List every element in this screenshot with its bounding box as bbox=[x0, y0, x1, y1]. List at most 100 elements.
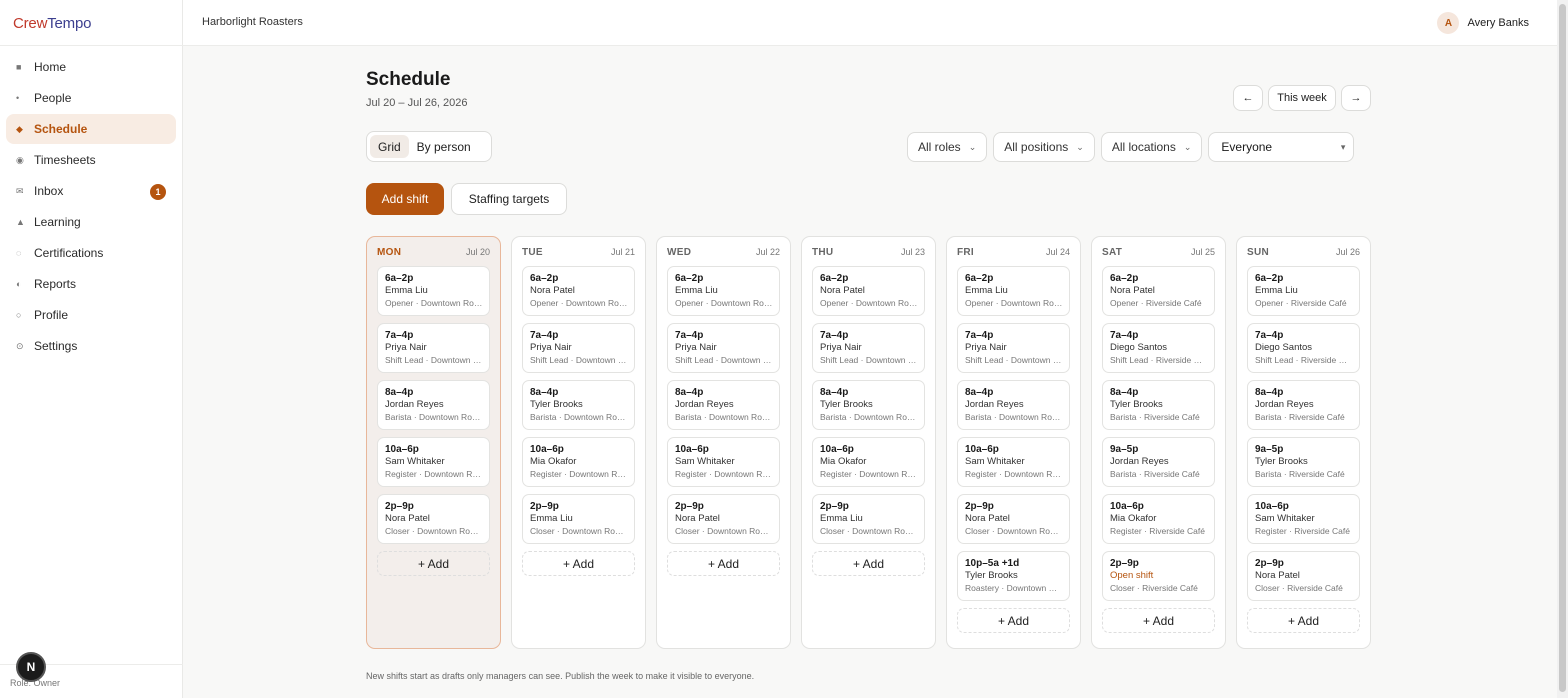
shift-card[interactable]: 7a–4pPriya Nair Shift Lead · Downtown Roa… bbox=[667, 323, 780, 373]
sidebar-item-learning[interactable]: ▲ Learning bbox=[6, 207, 176, 237]
shift-meta: Register · Downtown Roastery bbox=[675, 469, 773, 479]
shift-card[interactable]: 10a–6p Sam Whitaker Register · Downtown Ro… bbox=[377, 437, 490, 487]
shift-card[interactable]: 6a–2pEmma Liu Opener · Downtown Roastery bbox=[377, 266, 490, 316]
shift-person: Jordan Reyes bbox=[1255, 399, 1314, 410]
sidebar: CrewTempo ■ Home • People ◆ Schedule ◉ Timeshee… bbox=[0, 0, 183, 698]
shift-card[interactable]: 7a–4p Diego Santos Shift Lead · Riverside … bbox=[1102, 323, 1215, 373]
add-shift-to-day-button[interactable]: + Add bbox=[377, 551, 490, 576]
shift-person: Emma Liu bbox=[1255, 285, 1298, 296]
sidebar-item-people[interactable]: • People bbox=[6, 83, 176, 113]
shift-meta: Barista · Riverside Café bbox=[1110, 469, 1200, 479]
next-week-button[interactable]: → bbox=[1341, 85, 1371, 111]
shift-person: Tyler Brooks bbox=[1255, 456, 1308, 467]
shift-card[interactable]: 10p–5a +1d Tyler Brooks Roastery · Downtow… bbox=[957, 551, 1070, 601]
shift-card[interactable]: 2p–9p Nora Patel Closer · Downtown Roaster… bbox=[377, 494, 490, 544]
people-select[interactable]: Everyone ▾ bbox=[1208, 132, 1355, 162]
shift-card[interactable]: 10a–6pMia Okafor Register · Downtown Roas… bbox=[812, 437, 925, 487]
add-shift-to-day-button[interactable]: + Add bbox=[1102, 608, 1215, 633]
shift-card[interactable]: 10a–6pMia Okafor Register · Downtown Roas… bbox=[522, 437, 635, 487]
shift-card[interactable]: 9a–5p Tyler Brooks Barista · Riverside Caf… bbox=[1247, 437, 1360, 487]
shift-person: Priya Nair bbox=[675, 342, 717, 353]
sidebar-item-inbox[interactable]: ✉ Inbox 1 bbox=[6, 176, 176, 206]
shift-card[interactable]: 7a–4p Diego Santos Shift Lead · Riverside … bbox=[1247, 323, 1360, 373]
shift-card[interactable]: 6a–2pNora Patel Opener · Downtown Roaster… bbox=[812, 266, 925, 316]
day-name: SUN bbox=[1247, 246, 1270, 258]
shift-card[interactable]: 2p–9p Nora Patel Closer · Downtown Roaster… bbox=[957, 494, 1070, 544]
locations-filter[interactable]: All locations ⌄ bbox=[1100, 132, 1203, 162]
shift-card[interactable]: 8a–4p Jordan Reyes Barista · Downtown Roas… bbox=[377, 380, 490, 430]
shift-card[interactable]: 6a–2p Nora Patel Opener · Riverside Café bbox=[1102, 266, 1215, 316]
roles-filter[interactable]: All roles ⌄ bbox=[907, 132, 988, 162]
filters: All roles ⌄ All positions ⌄ All locations ⌄… bbox=[907, 132, 1355, 162]
add-shift-button[interactable]: Add shift bbox=[366, 183, 444, 215]
shift-card[interactable]: 8a–4p Tyler Brooks Barista · Downtown Roas… bbox=[522, 380, 635, 430]
day-header: MON Jul 20 bbox=[377, 245, 490, 259]
shift-person: Emma Liu bbox=[385, 285, 428, 296]
shift-person: Priya Nair bbox=[530, 342, 572, 353]
shift-card[interactable]: 2p–9p Nora Patel Closer · Riverside Café bbox=[1247, 551, 1360, 601]
shift-time: 7a–4p bbox=[675, 330, 704, 341]
shift-card[interactable]: 8a–4p Jordan Reyes Barista · Riverside Caf… bbox=[1247, 380, 1360, 430]
sidebar-item-settings[interactable]: ⊙ Settings bbox=[6, 331, 176, 361]
sidebar-item-certifications[interactable]: ◌ Certifications bbox=[6, 238, 176, 268]
sidebar-item-schedule[interactable]: ◆ Schedule bbox=[6, 114, 176, 144]
shift-card[interactable]: 8a–4p Tyler Brooks Barista · Downtown Roas… bbox=[812, 380, 925, 430]
shift-person: Jordan Reyes bbox=[385, 399, 444, 410]
shift-time: 7a–4p bbox=[530, 330, 559, 341]
shift-person: Tyler Brooks bbox=[965, 570, 1018, 581]
shift-time: 10a–6p bbox=[1255, 501, 1289, 512]
shift-card[interactable]: 2p–9p Nora Patel Closer · Downtown Roaster… bbox=[667, 494, 780, 544]
shift-card[interactable]: 6a–2pEmma Liu Opener · Downtown Roastery bbox=[957, 266, 1070, 316]
this-week-button[interactable]: This week bbox=[1268, 85, 1336, 111]
shift-card[interactable]: 2p–9p Emma Liu Closer · Downtown Roastery bbox=[812, 494, 925, 544]
sidebar-item-profile[interactable]: ○ Profile bbox=[6, 300, 176, 330]
prev-week-button[interactable]: ← bbox=[1233, 85, 1263, 111]
positions-filter[interactable]: All positions ⌄ bbox=[993, 132, 1095, 162]
view-toggle: Grid By person bbox=[366, 131, 492, 162]
add-shift-to-day-button[interactable]: + Add bbox=[812, 551, 925, 576]
shift-card[interactable]: 10a–6p Sam Whitaker Register · Downtown Ro… bbox=[667, 437, 780, 487]
shift-meta: Opener · Riverside Café bbox=[1110, 298, 1202, 308]
sidebar-item-home[interactable]: ■ Home bbox=[6, 52, 176, 82]
shift-time: 7a–4p bbox=[1110, 330, 1139, 341]
shift-card[interactable]: 6a–2pEmma Liu Opener · Downtown Roastery bbox=[667, 266, 780, 316]
sidebar-item-reports[interactable]: ◐ Reports bbox=[6, 269, 176, 299]
scrollbar[interactable] bbox=[1557, 0, 1568, 698]
sidebar-item-label: Inbox bbox=[34, 184, 64, 198]
scrollbar-thumb[interactable] bbox=[1559, 4, 1566, 692]
shift-card[interactable]: 7a–4pPriya Nair Shift Lead · Downtown Roa… bbox=[522, 323, 635, 373]
shift-card[interactable]: 2p–9p Open shift Closer · Riverside Café bbox=[1102, 551, 1215, 601]
view-by-person-option[interactable]: By person bbox=[409, 135, 479, 158]
shift-card[interactable]: 8a–4p Jordan Reyes Barista · Downtown Roas… bbox=[957, 380, 1070, 430]
shift-card[interactable]: 2p–9p Emma Liu Closer · Downtown Roastery bbox=[522, 494, 635, 544]
shift-card[interactable]: 10a–6p Sam Whitaker Register · Riverside C… bbox=[1247, 494, 1360, 544]
brand-part-1: Crew bbox=[13, 15, 48, 32]
shift-card[interactable]: 6a–2pNora Patel Opener · Downtown Roaster… bbox=[522, 266, 635, 316]
shift-card[interactable]: 7a–4pPriya Nair Shift Lead · Downtown Roa… bbox=[377, 323, 490, 373]
shift-meta: Closer · Downtown Roastery bbox=[385, 526, 483, 536]
brand-logo[interactable]: CrewTempo bbox=[13, 15, 91, 32]
user-menu[interactable]: A Avery Banks bbox=[1437, 12, 1529, 34]
shift-person: Emma Liu bbox=[965, 285, 1008, 296]
shift-card[interactable]: 6a–2p Emma Liu Opener · Riverside Café bbox=[1247, 266, 1360, 316]
add-shift-to-day-button[interactable]: + Add bbox=[522, 551, 635, 576]
shift-card[interactable]: 10a–6p Sam Whitaker Register · Downtown Ro… bbox=[957, 437, 1070, 487]
shift-card[interactable]: 7a–4pPriya Nair Shift Lead · Downtown Roa… bbox=[957, 323, 1070, 373]
dev-badge[interactable]: N bbox=[16, 652, 46, 682]
shift-card[interactable]: 7a–4pPriya Nair Shift Lead · Downtown Roa… bbox=[812, 323, 925, 373]
shift-card[interactable]: 8a–4p Tyler Brooks Barista · Riverside Caf… bbox=[1102, 380, 1215, 430]
shift-person: Diego Santos bbox=[1255, 342, 1313, 353]
add-shift-to-day-button[interactable]: + Add bbox=[1247, 608, 1360, 633]
view-grid-option[interactable]: Grid bbox=[370, 135, 409, 158]
shift-card[interactable]: 8a–4p Jordan Reyes Barista · Downtown Roas… bbox=[667, 380, 780, 430]
shift-meta: Opener · Downtown Roastery bbox=[820, 298, 918, 308]
add-shift-to-day-button[interactable]: + Add bbox=[667, 551, 780, 576]
shift-time: 7a–4p bbox=[385, 330, 414, 341]
sidebar-item-timesheets[interactable]: ◉ Timesheets bbox=[6, 145, 176, 175]
shift-card[interactable]: 10a–6p Mia Okafor Register · Riverside Caf… bbox=[1102, 494, 1215, 544]
day-date: Jul 22 bbox=[755, 247, 780, 257]
shift-card[interactable]: 9a–5p Jordan Reyes Barista · Riverside Caf… bbox=[1102, 437, 1215, 487]
add-shift-to-day-button[interactable]: + Add bbox=[957, 608, 1070, 633]
shift-time: 2p–9p bbox=[965, 501, 994, 512]
staffing-targets-button[interactable]: Staffing targets bbox=[451, 183, 567, 215]
